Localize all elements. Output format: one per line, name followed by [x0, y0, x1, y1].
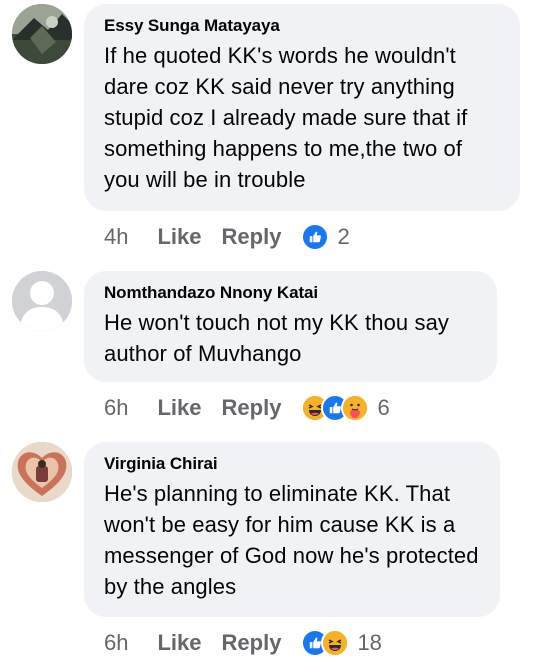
comment-author[interactable]: Virginia Chirai — [104, 454, 480, 474]
comment-author[interactable]: Nomthandazo Nnony Katai — [104, 283, 477, 303]
reaction-count: 2 — [337, 224, 350, 249]
comment-bubble: Virginia Chirai He's planning to elimina… — [84, 442, 500, 617]
comment-author[interactable]: Essy Sunga Matayaya — [104, 16, 500, 36]
comment-bubble: Essy Sunga Matayaya If he quoted KK's wo… — [84, 4, 520, 211]
reply-button[interactable]: Reply — [222, 224, 282, 250]
reaction-count: 18 — [357, 630, 382, 655]
comment-timestamp[interactable]: 4h — [104, 224, 128, 250]
comment-actions: 4h Like Reply 2 — [104, 222, 350, 252]
avatar[interactable] — [12, 4, 72, 64]
comment-text: He won't touch not my KK thou say author… — [104, 310, 450, 366]
haha-reaction-icon — [321, 629, 350, 657]
care-reaction-icon — [341, 394, 370, 422]
avatar[interactable] — [12, 271, 72, 331]
comment-actions: 6h Like Reply 6 — [104, 393, 390, 423]
comment-bubble: Nomthandazo Nnony Katai He won't touch n… — [84, 271, 497, 382]
reaction-summary[interactable]: 18 — [301, 629, 382, 657]
like-button[interactable]: Like — [157, 224, 201, 250]
reaction-summary[interactable]: 2 — [301, 223, 350, 251]
reply-button[interactable]: Reply — [222, 395, 282, 421]
comment-timestamp[interactable]: 6h — [104, 630, 128, 656]
comment-text: If he quoted KK's words he wouldn't dare… — [104, 43, 468, 192]
comment-text: He's planning to eliminate KK. That won'… — [104, 481, 479, 599]
reaction-count: 6 — [377, 395, 390, 420]
like-button[interactable]: Like — [157, 395, 201, 421]
comment-actions: 6h Like Reply 18 — [104, 628, 382, 658]
comment-timestamp[interactable]: 6h — [104, 395, 128, 421]
reaction-summary[interactable]: 6 — [301, 394, 390, 422]
avatar[interactable] — [12, 442, 72, 502]
reply-button[interactable]: Reply — [222, 630, 282, 656]
like-reaction-icon — [301, 223, 330, 251]
like-button[interactable]: Like — [157, 630, 201, 656]
